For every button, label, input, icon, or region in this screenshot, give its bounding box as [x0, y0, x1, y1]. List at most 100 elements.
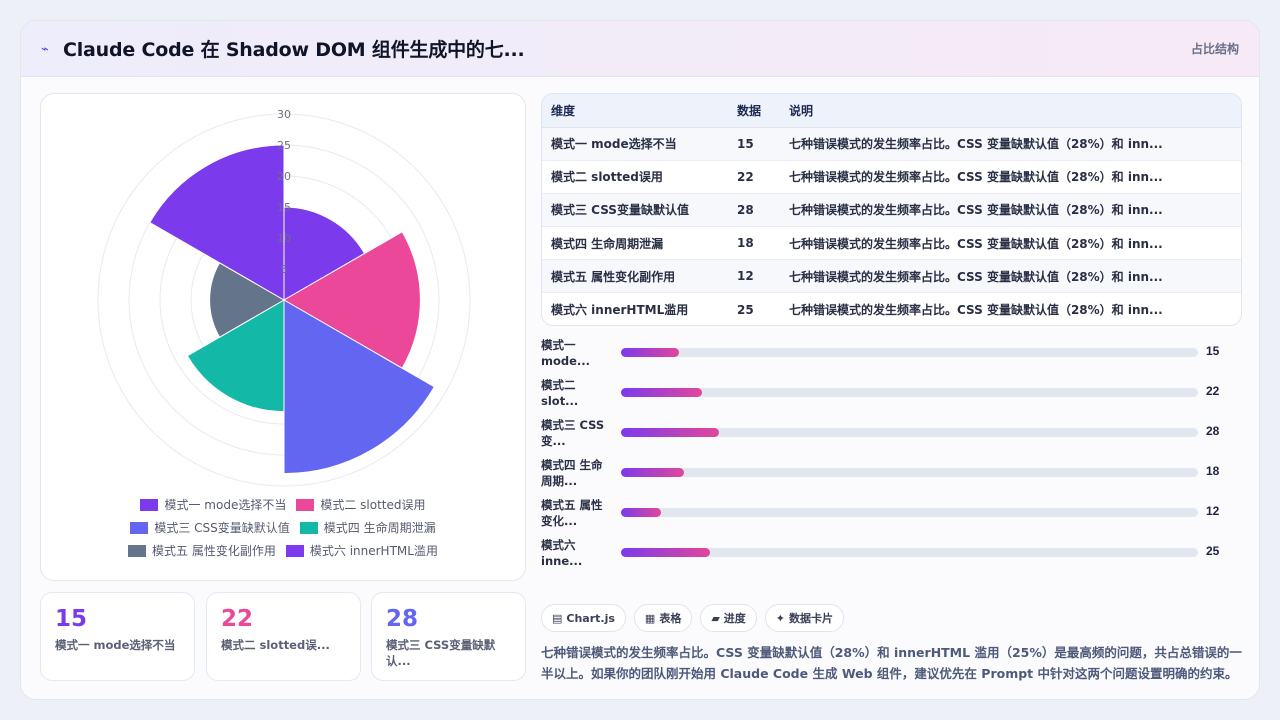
table-icon: ▦ [644, 611, 656, 625]
polar-chart-panel: 5 10 15 20 25 30 模式一 mode选择不当 模式二 slotted误用模式三… [40, 93, 526, 581]
page-title: Claude Code 在 Shadow DOM 组件生成中的七... [63, 39, 525, 61]
progress-value: 25 [1206, 544, 1220, 558]
progress-row: 模式二 slot... 22 [541, 376, 1241, 416]
progress-label: 模式六 inne... [541, 538, 583, 568]
legend-label: 模式六 innerHTML滥用 [309, 544, 438, 558]
stat-card: 22 模式二 slotted误... [206, 592, 361, 681]
chip-progress[interactable]: ▰ 进度 [700, 604, 757, 632]
legend-swatch [128, 544, 147, 557]
legend-item[interactable]: 模式五 属性变化副作用 [128, 542, 276, 559]
r-tick-label: 25 [277, 139, 291, 152]
view-chips: ▤ Chart.js ▦ 表格 ▰ 进度 ✦ 数据卡片 [541, 604, 845, 632]
progress-value: 12 [1206, 504, 1220, 518]
table-cell: 模式一 mode选择不当 [542, 127, 728, 161]
chip-label: 表格 [659, 612, 682, 625]
header-tag: 占比结构 [1190, 42, 1239, 56]
legend-swatch [140, 498, 159, 511]
table-cell: 22 [728, 160, 780, 194]
table-header-row: 维度 数据 说明 [542, 94, 1241, 128]
table-cell: 25 [737, 302, 754, 317]
legend-item[interactable]: 模式三 CSS变量缺默认值 [130, 519, 290, 536]
table-row[interactable]: 模式六 innerHTML滥用 25 七种错误模式的发生频率占比。CSS 变量缺默认… [542, 293, 1241, 325]
progress-label: 模式五 属性变化... [541, 498, 603, 528]
stat-value: 22 [221, 606, 254, 632]
table-cell: 28 [728, 193, 780, 228]
table-row[interactable]: 模式一 mode选择不当 15 七种错误模式的发生频率占比。CSS 变量缺默认值（2… [542, 127, 1241, 161]
table-cell: 七种错误模式的发生频率占比。CSS 变量缺默认值（28%）和 inn... [780, 193, 1241, 228]
r-tick-label: 10 [277, 232, 291, 245]
sparkle-icon: ⌁ [41, 40, 49, 56]
progress-value: 28 [1206, 424, 1220, 438]
legend-item[interactable]: 模式六 innerHTML滥用 [285, 542, 438, 559]
r-tick-label: 30 [277, 108, 291, 121]
r-tick-label: 20 [277, 170, 291, 183]
progress-fill [621, 348, 679, 357]
progress-track [621, 348, 1198, 357]
table-body: 模式一 mode选择不当 15 七种错误模式的发生频率占比。CSS 变量缺默认值（2… [542, 127, 1241, 325]
chip-label: 数据卡片 [789, 612, 834, 625]
table-header-cell[interactable]: 维度 [542, 94, 728, 128]
progress-value: 18 [1206, 464, 1220, 478]
progress-fill [621, 428, 720, 437]
legend-label: 模式五 属性变化副作用 [152, 544, 276, 558]
legend-item[interactable]: 模式四 生命周期泄漏 [299, 519, 436, 536]
table-row[interactable]: 模式二 slotted误用 22 七种错误模式的发生频率占比。CSS 变量缺默认值（… [542, 160, 1241, 194]
progress-row: 模式一 mode... 15 [541, 336, 1241, 376]
legend-label: 模式一 mode选择不当 [164, 498, 287, 512]
table-cell: 七种错误模式的发生频率占比。CSS 变量缺默认值（28%）和 inn... [780, 259, 1241, 294]
table-cell: 七种错误模式的发生频率占比。CSS 变量缺默认值（28%）和 inn... [780, 226, 1241, 261]
chart-icon: ▤ [552, 611, 563, 625]
progress-label: 模式一 mode... [541, 338, 591, 368]
legend-swatch [130, 521, 149, 534]
progress-fill [621, 548, 711, 557]
legend-label: 模式二 slotted误用 [320, 498, 426, 512]
progress-row: 模式四 生命周期... 18 [541, 456, 1241, 496]
progress-row: 模式三 CSS 变... 28 [541, 416, 1241, 456]
table-cell: 模式二 slotted误用 [542, 160, 728, 194]
r-tick-label: 15 [277, 201, 291, 214]
chip-label: Chart.js [566, 611, 615, 625]
progress-value: 15 [1206, 344, 1220, 358]
stat-label: 模式二 slotted误... [221, 638, 330, 652]
table-cell: 15 [728, 127, 780, 161]
progress-row: 模式五 属性变化... 12 [541, 496, 1241, 536]
legend-swatch [299, 521, 318, 534]
progress-icon: ▰ [711, 611, 720, 625]
table-cell: 模式六 innerHTML滥用 [551, 303, 689, 318]
legend-swatch [296, 498, 315, 511]
chip-table[interactable]: ▦ 表格 [633, 604, 693, 632]
progress-label: 模式三 CSS 变... [541, 418, 605, 448]
header-left: ⌁ Claude Code 在 Shadow DOM 组件生成中的七... [41, 35, 525, 62]
r-tick-label: 5 [281, 263, 288, 276]
progress-track [621, 508, 1198, 517]
stat-card: 15 模式一 mode选择不当 [40, 592, 195, 681]
chip-chart[interactable]: ▤ Chart.js [541, 604, 626, 632]
legend-item[interactable]: 模式一 mode选择不当 [140, 496, 286, 513]
progress-track [621, 428, 1198, 437]
dashboard-card: ⌁ Claude Code 在 Shadow DOM 组件生成中的七... 占比… [20, 20, 1260, 700]
progress-label: 模式四 生命周期... [541, 458, 603, 488]
table-cell: 模式三 CSS变量缺默认值 [542, 193, 728, 228]
progress-track [621, 388, 1198, 397]
table-cell: 七种错误模式的发生频率占比。CSS 变量缺默认值（28%）和 inn... [780, 127, 1241, 161]
stat-label: 模式一 mode选择不当 [55, 638, 176, 652]
progress-fill [621, 388, 702, 397]
stat-value: 28 [386, 606, 419, 632]
progress-track [621, 468, 1198, 477]
card-icon: ✦ [775, 611, 786, 625]
legend-label: 模式三 CSS变量缺默认值 [154, 521, 290, 535]
legend-item[interactable]: 模式二 slotted误用 [296, 496, 426, 513]
table-cell: 12 [728, 259, 780, 294]
chip-card[interactable]: ✦ 数据卡片 [764, 604, 845, 632]
legend-label: 模式四 生命周期泄漏 [323, 521, 436, 535]
data-table: 维度 数据 说明 模式一 mode选择不当 15 七种错误模式的发生频率占比。CSS 变… [541, 93, 1242, 326]
table-cell: 七种错误模式的发生频率占比。CSS 变量缺默认值（28%）和 inn... [780, 160, 1241, 194]
table-cell: 18 [728, 226, 780, 261]
table-row[interactable]: 模式三 CSS变量缺默认值 28 七种错误模式的发生频率占比。CSS 变量缺默认值（… [542, 193, 1241, 228]
table-header-cell[interactable]: 说明 [780, 94, 1241, 128]
table-row[interactable]: 模式四 生命周期泄漏 18 七种错误模式的发生频率占比。CSS 变量缺默认值（28%… [542, 226, 1241, 261]
table-row[interactable]: 模式五 属性变化副作用 12 七种错误模式的发生频率占比。CSS 变量缺默认值（28… [542, 259, 1241, 294]
polar-area-chart: 5 10 15 20 25 30 [97, 108, 471, 487]
stat-value: 15 [55, 606, 88, 632]
table-header-cell[interactable]: 数据 [728, 94, 780, 128]
